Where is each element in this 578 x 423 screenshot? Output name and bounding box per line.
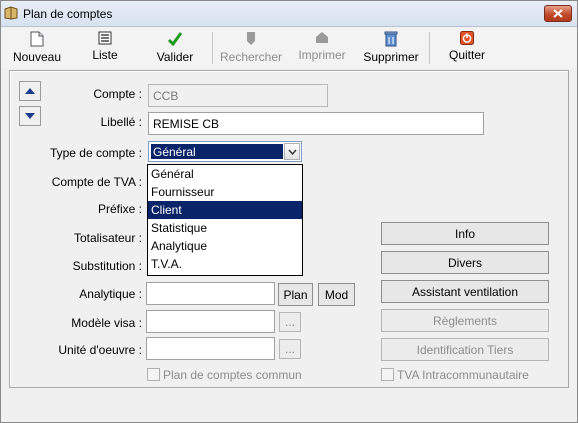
identification-tiers-button[interactable]: Identification Tiers [381, 338, 549, 361]
modele-visa-browse-button[interactable]: ... [279, 312, 301, 332]
libelle-field[interactable]: REMISE CB [148, 112, 484, 135]
dropdown-option-statistique[interactable]: Statistique [148, 219, 302, 237]
dropdown-option-analytique[interactable]: Analytique [148, 237, 302, 255]
prefixe-label: Préfixe : [97, 202, 142, 216]
analytique-label: Analytique : [79, 287, 142, 301]
valider-button[interactable]: Valider [151, 28, 199, 68]
unite-oeuvre-field[interactable] [146, 337, 275, 360]
new-document-icon [30, 31, 44, 47]
plan-commun-checkbox[interactable] [147, 368, 160, 381]
previous-record-button[interactable] [19, 81, 41, 101]
arrow-up-icon [25, 88, 35, 94]
printer-icon [316, 32, 328, 43]
dropdown-option-general[interactable]: Général [148, 165, 302, 183]
account-form-panel: Compte : CCB Libellé : REMISE CB Type de… [9, 70, 569, 388]
power-icon [460, 31, 474, 45]
type-compte-dropdown-list: Général Fournisseur Client Statistique A… [147, 164, 303, 276]
dropdown-option-fournisseur[interactable]: Fournisseur [148, 183, 302, 201]
liste-label: Liste [92, 48, 118, 62]
assistant-ventilation-button[interactable]: Assistant ventilation [381, 280, 549, 303]
window-title: Plan de comptes [23, 7, 113, 21]
liste-button[interactable]: Liste [81, 28, 129, 68]
supprimer-label: Supprimer [363, 50, 419, 64]
quitter-label: Quitter [448, 48, 485, 62]
toolbar-separator [212, 32, 213, 64]
tva-intra-label: TVA Intracommunautaire [397, 368, 529, 382]
list-icon [98, 31, 112, 45]
toolbar-separator [429, 32, 430, 64]
type-compte-select[interactable]: Général [148, 141, 302, 162]
compte-tva-label: Compte de TVA : [51, 175, 142, 189]
mod-button[interactable]: Mod [318, 283, 355, 306]
plan-commun-label: Plan de comptes commun [163, 368, 302, 382]
nouveau-label: Nouveau [12, 50, 62, 64]
title-bar: Plan de comptes [1, 1, 577, 27]
unite-oeuvre-label: Unité d'oeuvre : [58, 343, 142, 357]
dropdown-option-client[interactable]: Client [148, 201, 302, 219]
analytique-field[interactable] [146, 282, 275, 305]
supprimer-button[interactable]: Supprimer [359, 28, 423, 68]
reglements-button[interactable]: Règlements [381, 309, 549, 332]
info-button[interactable]: Info [381, 222, 549, 245]
arrow-down-icon [25, 113, 35, 119]
modele-visa-label: Modèle visa : [71, 316, 142, 330]
toolbar: Nouveau Liste Valider Rechercher Imprime… [1, 28, 577, 68]
app-icon [4, 6, 18, 20]
search-icon [247, 32, 255, 45]
rechercher-button[interactable]: Rechercher [217, 28, 285, 68]
next-record-button[interactable] [19, 106, 41, 126]
type-compte-dropdown-button[interactable] [284, 143, 300, 160]
window: Plan de comptes Nouveau Liste Valider Re… [0, 0, 578, 423]
nouveau-button[interactable]: Nouveau [9, 28, 65, 68]
rechercher-label: Rechercher [219, 50, 283, 64]
type-compte-value: Général [151, 144, 283, 159]
dropdown-option-tva[interactable]: T.V.A. [148, 255, 302, 273]
divers-button[interactable]: Divers [381, 251, 549, 274]
modele-visa-field[interactable] [146, 310, 275, 333]
chevron-down-icon [287, 149, 297, 155]
totalisateur-label: Totalisateur : [73, 231, 142, 245]
close-button[interactable] [544, 5, 572, 22]
quitter-button[interactable]: Quitter [441, 28, 493, 68]
valider-label: Valider [156, 50, 194, 64]
type-compte-label: Type de compte : [49, 146, 142, 160]
imprimer-label: Imprimer [298, 48, 346, 62]
compte-label: Compte : [93, 87, 142, 101]
plan-button[interactable]: Plan [278, 283, 313, 306]
recycle-bin-icon [384, 31, 398, 47]
checkmark-icon [167, 32, 183, 47]
substitution-label: Substitution : [72, 259, 142, 273]
close-icon [553, 9, 563, 18]
libelle-label: Libellé : [100, 115, 142, 129]
tva-intra-checkbox[interactable] [381, 368, 394, 381]
compte-field[interactable]: CCB [148, 84, 328, 107]
imprimer-button[interactable]: Imprimer [293, 28, 351, 68]
unite-oeuvre-browse-button[interactable]: ... [279, 339, 301, 359]
